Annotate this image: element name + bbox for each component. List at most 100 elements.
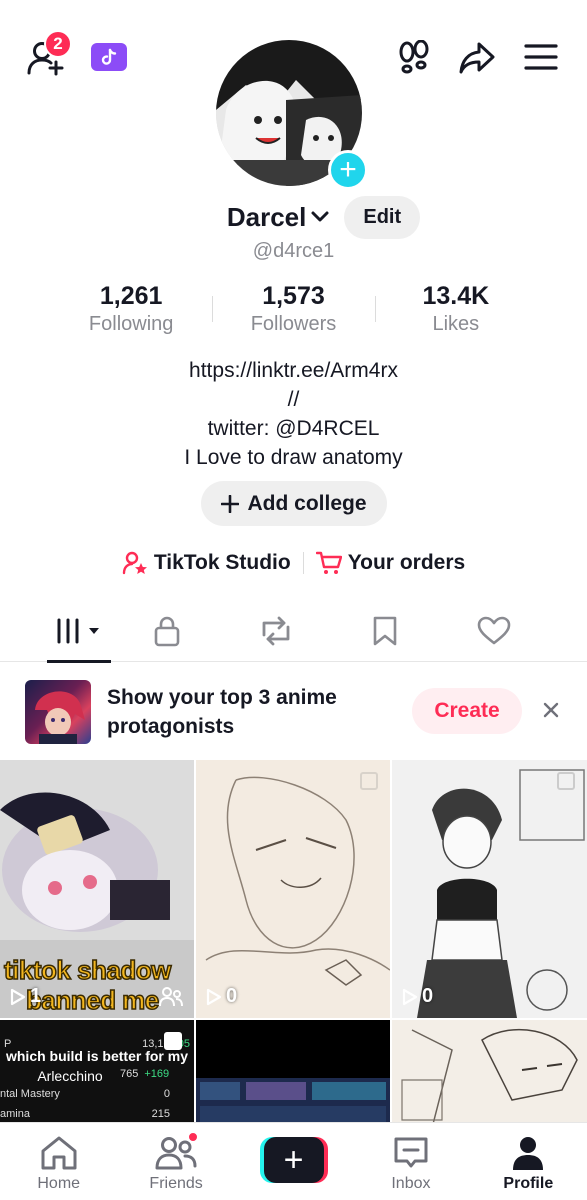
tiktok-studio-shortcut[interactable] (91, 43, 127, 71)
heart-icon (477, 616, 510, 645)
select-checkbox[interactable] (164, 1032, 182, 1050)
stat-following[interactable]: 1,261 Following (50, 282, 212, 342)
nav-inbox[interactable]: Inbox (352, 1123, 469, 1200)
profile-views-button[interactable] (396, 40, 432, 76)
your-orders-link[interactable]: Your orders (304, 551, 477, 575)
add-college-label: Add college (247, 491, 367, 515)
nav-create[interactable]: + (235, 1123, 352, 1200)
video-thumbnail[interactable]: tiktok shadow banned me 1 (0, 760, 194, 1018)
nav-friends[interactable]: Friends (117, 1123, 234, 1200)
share-icon (459, 42, 495, 74)
dismiss-prompt-button[interactable] (538, 697, 564, 723)
repost-icon (262, 616, 289, 646)
nav-label: Profile (503, 1175, 554, 1192)
tab-videos[interactable] (47, 600, 111, 663)
display-name-switcher[interactable]: Darcel (227, 202, 331, 233)
share-profile-button[interactable] (458, 40, 496, 76)
bio-line: // (287, 388, 300, 411)
select-checkbox[interactable] (360, 772, 378, 790)
add-story-button[interactable]: + (328, 150, 368, 190)
content-tabs (0, 600, 587, 663)
name-row: Darcel Edit (0, 194, 587, 240)
profile-avatar[interactable]: + (216, 40, 368, 190)
chevron-down-icon (311, 211, 329, 222)
tab-liked[interactable] (440, 600, 547, 662)
tab-private[interactable] (113, 600, 220, 662)
lock-icon (154, 616, 179, 647)
nav-profile[interactable]: Profile (470, 1123, 587, 1200)
play-icon (206, 988, 222, 1005)
tiktok-studio-badge-icon (91, 43, 127, 71)
view-count-value: 0 (226, 985, 238, 1007)
play-icon (402, 988, 418, 1005)
add-friend-button[interactable]: 2 (26, 30, 72, 76)
close-icon (543, 702, 559, 718)
video-subcaption: Arlecchino (37, 1068, 103, 1084)
nav-label: Friends (149, 1175, 203, 1192)
menu-button[interactable] (524, 42, 558, 72)
stat-row: 765 +169 (120, 1068, 190, 1080)
home-icon (41, 1136, 77, 1170)
play-icon (10, 988, 26, 1005)
video-thumbnail[interactable] (196, 1020, 390, 1128)
bio-line: I Love to draw anatomy (184, 446, 403, 469)
stat-followers[interactable]: 1,573 Followers (212, 282, 374, 342)
person-star-icon (122, 551, 147, 575)
select-checkbox[interactable] (557, 772, 575, 790)
video-artwork (392, 760, 587, 1018)
stat-row-delta: +169 (144, 1068, 170, 1080)
creator-links: TikTok Studio Your orders (0, 546, 587, 580)
stat-label: Followers (250, 313, 337, 335)
view-count: 0 (402, 985, 433, 1008)
stat-row-value: 215 (151, 1108, 170, 1120)
add-college-button[interactable]: Add college (201, 481, 387, 526)
video-thumbnail[interactable]: 0 (196, 760, 390, 1018)
nav-label: Home (37, 1175, 81, 1192)
profile-stats: 1,261 Following 1,573 Followers 13.4K Li… (50, 282, 537, 342)
nav-label: Inbox (391, 1175, 431, 1192)
profile-bio: https://linktr.ee/Arm4rx // twitter: @D4… (0, 356, 587, 472)
stat-value: 1,573 (262, 282, 325, 310)
video-artwork (196, 1020, 390, 1128)
stat-likes[interactable]: 13.4K Likes (374, 282, 537, 342)
create-plus-icon: + (259, 1137, 328, 1183)
stat-value: 13.4K (422, 282, 490, 310)
video-thumbnail[interactable] (392, 1020, 587, 1128)
tiktok-studio-label: TikTok Studio (153, 551, 291, 574)
tab-favorites[interactable] (331, 600, 438, 662)
nav-home[interactable]: Home (0, 1123, 117, 1200)
grid-icon (57, 618, 99, 644)
prompt-banner: Show your top 3 anime protagonists Creat… (0, 675, 587, 750)
view-count: 0 (206, 985, 237, 1008)
profile-icon (513, 1137, 544, 1170)
inbox-icon (394, 1137, 428, 1168)
collab-icon (159, 987, 183, 1007)
video-thumbnail[interactable]: 0 (392, 760, 587, 1018)
stat-row: ntal Mastery 0 (0, 1088, 170, 1100)
stat-row-label: amina (0, 1108, 30, 1120)
video-artwork (196, 760, 390, 1018)
stat-row: amina 215 (0, 1108, 170, 1120)
prompt-text: Show your top 3 anime protagonists (107, 686, 337, 738)
display-name: Darcel (226, 201, 307, 232)
video-thumbnail[interactable]: P 13,10 005 which build is better for my… (0, 1020, 194, 1128)
stat-row-value: 0 (163, 1088, 170, 1100)
stat-value: 1,261 (99, 282, 163, 310)
menu-icon (524, 44, 558, 70)
bottom-navigation: Home Friends + Inbox Profile (0, 1122, 587, 1200)
stat-row-value: 765 (120, 1068, 139, 1080)
tab-reposts[interactable] (222, 600, 329, 662)
edit-profile-button[interactable]: Edit (344, 195, 421, 239)
your-orders-label: Your orders (347, 551, 466, 574)
view-count-value: 0 (422, 985, 434, 1007)
tiktok-studio-link[interactable]: TikTok Studio (110, 551, 303, 575)
bio-link[interactable]: https://linktr.ee/Arm4rx (0, 356, 587, 385)
footprints-icon (399, 40, 429, 74)
stat-row-label: ntal Mastery (0, 1088, 60, 1100)
username-handle: @d4rce1 (252, 240, 335, 262)
bookmark-icon (373, 616, 396, 646)
bio-line: twitter: @D4RCEL (207, 417, 380, 440)
friend-request-badge: 2 (44, 30, 72, 58)
caption-line: tiktok shadow (3, 954, 172, 986)
create-button[interactable]: Create (412, 688, 522, 734)
